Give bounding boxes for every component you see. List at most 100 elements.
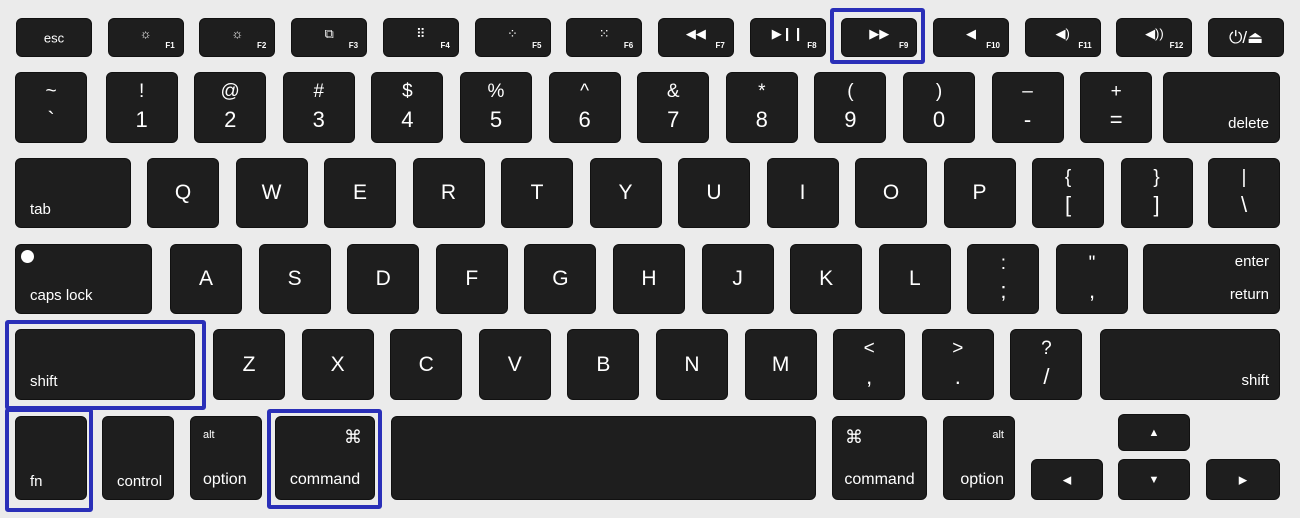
key-9[interactable]: (9 [814,72,887,143]
key-return[interactable]: enter return [1143,244,1280,314]
key-f2[interactable]: ☼ F2 [199,18,276,57]
key-space[interactable] [391,416,816,500]
key-f7[interactable]: ◀◀ F7 [657,18,734,57]
key-f10[interactable]: ◀ F10 [933,18,1009,57]
key-label: N [684,352,700,376]
key-s[interactable]: S [258,244,331,314]
key-caps-lock[interactable]: caps lock [15,244,152,314]
key-key[interactable]: | \ [1208,158,1280,228]
key-arrow-left[interactable]: ◀ [1031,459,1103,500]
key-option-left[interactable]: alt option [190,416,262,500]
arrow-up-icon: ▲ [1148,426,1160,439]
key-key[interactable]: :; [967,244,1040,314]
key-key[interactable]: ? / [1010,329,1083,400]
key-a[interactable]: A [170,244,242,314]
key-label: L [908,267,921,290]
key-5[interactable]: % 5 [460,72,532,143]
key-tab[interactable]: tab [15,158,131,228]
key-0[interactable]: ) 0 [903,72,975,143]
key-option-right[interactable]: alt option [943,416,1015,500]
key-k[interactable]: K [790,244,863,314]
key-3[interactable]: #3 [282,72,355,143]
key-f12[interactable]: ◀)) F12 [1116,18,1193,57]
key-f4[interactable]: ⠿ F4 [382,18,459,57]
key-label: G [552,267,569,290]
key-f9[interactable]: ▶▶ F9 [841,18,918,57]
key-n[interactable]: N [656,329,728,400]
key-label: A [198,267,213,290]
key-d[interactable]: D [347,244,420,314]
key-control[interactable]: control [102,416,174,500]
key-label: R [440,181,457,204]
key-2[interactable]: @2 [194,72,267,143]
key-key[interactable]: >. [921,329,994,400]
key-t[interactable]: T [501,158,573,228]
key-shift-label: & [666,81,680,102]
key-w[interactable]: W [235,158,308,228]
key-key[interactable]: {[ [1032,158,1104,228]
key-f[interactable]: F [435,244,508,314]
key-key[interactable]: ~ ` [15,72,87,143]
key-label: 5 [489,107,503,132]
key-1[interactable]: ! 1 [105,72,178,143]
f-label: F9 [898,41,909,50]
key-p[interactable]: P [943,158,1016,228]
key-j[interactable]: J [701,244,774,314]
key-o[interactable]: O [855,158,927,228]
key-esc[interactable]: esc [16,18,92,57]
key-m[interactable]: M [744,329,817,400]
key-f11[interactable]: ◀) F11 [1024,18,1101,57]
fast-forward-icon: ▶▶ [869,26,890,41]
key-h[interactable]: H [613,244,685,314]
key-alt-label: alt [203,429,215,441]
key-x[interactable]: X [301,329,374,400]
key-command-right[interactable]: ⌘ command [832,416,927,500]
key-z[interactable]: Z [213,329,285,400]
key-key[interactable]: }] [1120,158,1193,228]
key-g[interactable]: G [524,244,597,314]
key-f8[interactable]: ▶❙❙ F8 [749,18,826,57]
key-key[interactable]: ", [1056,244,1128,314]
key-q[interactable]: Q [147,158,219,228]
key-l[interactable]: L [878,244,951,314]
key-key[interactable]: <, [833,329,906,400]
key-v[interactable]: V [478,329,551,400]
key-shift-label: ) [935,81,943,102]
f-label: F8 [807,41,817,50]
key-4[interactable]: $4 [371,72,444,143]
key-b[interactable]: B [567,329,640,400]
keyboard-light-up-icon: ⁙ [598,26,610,41]
key-key[interactable]: + = [1080,72,1153,143]
key-f5[interactable]: ⁘ F5 [474,18,551,57]
key-label: 7 [667,107,680,132]
key-shift-label: @ [220,81,240,102]
key-c[interactable]: C [390,329,463,400]
key-delete[interactable]: delete [1163,72,1280,143]
key-r[interactable]: R [412,158,485,228]
key-8[interactable]: * 8 [725,72,798,143]
key-label: shift [1241,372,1269,389]
key-u[interactable]: U [678,158,750,228]
key-alt-label: alt [992,429,1004,441]
key-f3[interactable]: ⧉ F3 [291,18,368,57]
key-7[interactable]: & 7 [637,72,710,143]
key-arrow-right[interactable]: ▶ [1206,459,1280,500]
key-y[interactable]: Y [589,158,662,228]
key-command-left[interactable]: ⌘ command [275,416,375,500]
key-arrow-down[interactable]: ▼ [1118,459,1190,500]
key-i[interactable]: I [766,158,839,228]
key-key[interactable]: – - [991,72,1064,143]
key-e[interactable]: E [324,158,396,228]
key-arrow-up[interactable]: ▲ [1118,414,1190,451]
key-6[interactable]: ^ 6 [548,72,621,143]
key-label: B [596,352,611,376]
key-f1[interactable]: ☼ F1 [107,18,184,57]
key-power-eject[interactable]: ⏻/⏏ [1208,18,1285,57]
key-fn[interactable]: fn [15,416,87,500]
key-label: Y [618,181,633,204]
key-f6[interactable]: ⁙ F6 [566,18,643,57]
key-shift-label: } [1153,167,1160,188]
key-shift-right[interactable]: shift [1100,329,1280,400]
key-shift-left[interactable]: shift [15,329,195,400]
f-label: F1 [165,41,175,50]
